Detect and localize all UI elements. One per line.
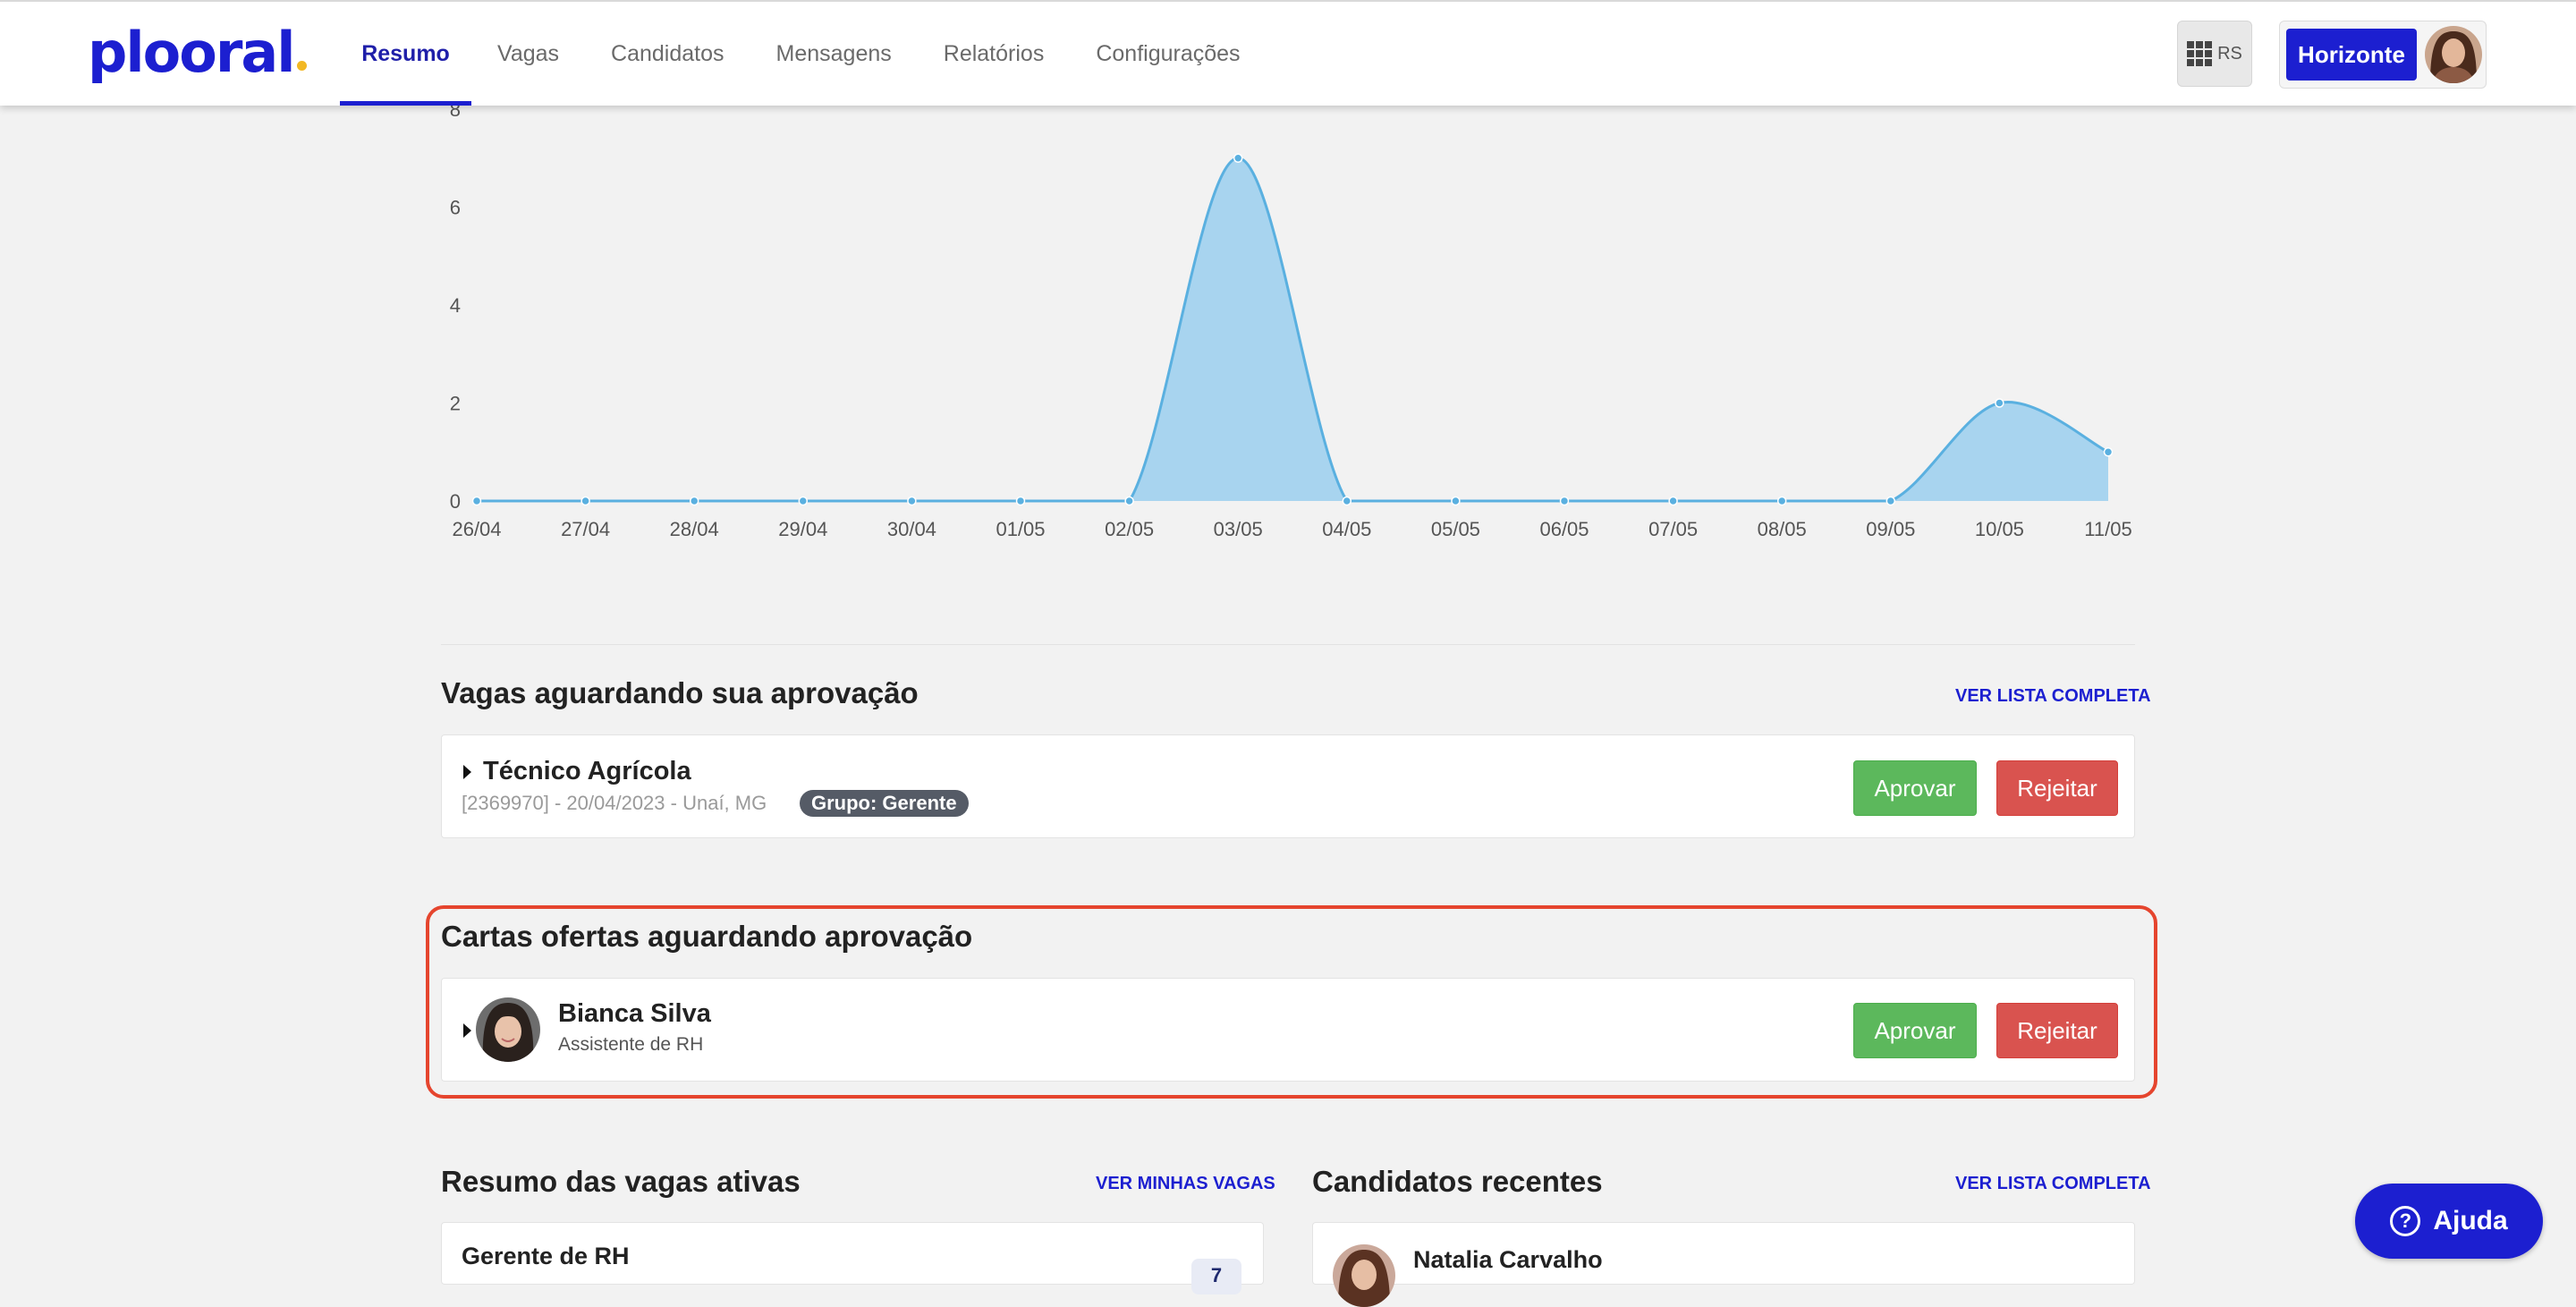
- help-button[interactable]: ? Ajuda: [2355, 1184, 2543, 1259]
- x-tick-label: 08/05: [1758, 518, 1807, 540]
- candidate-role: Assistente de RH: [558, 1034, 704, 1055]
- x-tick-label: 02/05: [1105, 518, 1154, 540]
- nav-item-resumo[interactable]: Resumo: [340, 2, 471, 106]
- section-divider: [441, 644, 2135, 645]
- approve-offer-button[interactable]: Aprovar: [1853, 1003, 1977, 1058]
- chart-data-point[interactable]: [471, 496, 482, 506]
- y-tick-label: 6: [450, 197, 461, 219]
- pending-job-title[interactable]: Técnico Agrícola: [483, 757, 691, 786]
- chart-data-point[interactable]: [1015, 496, 1026, 506]
- nav-item-vagas[interactable]: Vagas: [471, 2, 585, 106]
- main-nav: Resumo Vagas Candidatos Mensagens Relató…: [340, 2, 1267, 106]
- recent-candidate-name: Natalia Carvalho: [1413, 1246, 1603, 1273]
- x-tick-label: 30/04: [887, 518, 936, 540]
- chart-data-point[interactable]: [1995, 398, 2004, 408]
- chart-data-point[interactable]: [1233, 153, 1243, 163]
- chart-data-point[interactable]: [798, 496, 809, 506]
- x-tick-label: 05/05: [1431, 518, 1480, 540]
- help-label: Ajuda: [2433, 1206, 2508, 1235]
- pending-job-card: Técnico Agrícola [2369970] - 20/04/2023 …: [441, 734, 2135, 838]
- active-job-card[interactable]: Gerente de RH 7: [441, 1222, 1264, 1294]
- x-tick-label: 01/05: [996, 518, 1045, 540]
- recent-candidate-card[interactable]: Natalia Carvalho: [1312, 1222, 2135, 1307]
- x-tick-label: 27/04: [561, 518, 610, 540]
- logo-text: plooral: [88, 19, 295, 85]
- user-avatar: [2425, 26, 2482, 83]
- apps-switcher-button[interactable]: RS: [2177, 21, 2252, 87]
- active-job-count: 7: [1191, 1259, 1241, 1294]
- pending-jobs-title: Vagas aguardando sua aprovação: [441, 676, 919, 709]
- chart-data-point[interactable]: [1559, 496, 1570, 506]
- expand-caret-icon[interactable]: [463, 1023, 471, 1038]
- expand-caret-icon[interactable]: [463, 765, 471, 779]
- reject-offer-button[interactable]: Rejeitar: [1996, 1003, 2118, 1058]
- nav-item-candidatos[interactable]: Candidatos: [585, 2, 750, 106]
- chart-data-point[interactable]: [1342, 496, 1352, 506]
- pending-job-meta: [2369970] - 20/04/2023 - Unaí, MG: [462, 792, 767, 814]
- x-tick-label: 10/05: [1975, 518, 2024, 540]
- recent-candidate-avatar: [1333, 1244, 1395, 1307]
- x-tick-label: 28/04: [670, 518, 719, 540]
- recent-candidates-title: Candidatos recentes: [1312, 1165, 1603, 1198]
- help-question-icon: ?: [2390, 1206, 2421, 1236]
- active-job-title: Gerente de RH: [462, 1243, 630, 1269]
- x-tick-label: 07/05: [1648, 518, 1698, 540]
- x-tick-label: 26/04: [452, 518, 501, 540]
- plooral-logo[interactable]: plooral: [88, 19, 307, 85]
- chart-data-point[interactable]: [1885, 496, 1896, 506]
- reject-job-button[interactable]: Rejeitar: [1996, 760, 2118, 816]
- recent-candidates-see-all-link[interactable]: VER LISTA COMPLETA: [1955, 1174, 2151, 1194]
- chart-data-point[interactable]: [1668, 496, 1678, 506]
- account-menu-button[interactable]: Horizonte: [2279, 21, 2487, 89]
- nav-item-configuracoes[interactable]: Configurações: [1070, 2, 1266, 106]
- pending-offer-card: Bianca Silva Assistente de RH Aprovar Re…: [441, 978, 2135, 1082]
- group-badge: Grupo: Gerente: [800, 790, 969, 817]
- x-tick-label: 11/05: [2084, 518, 2131, 540]
- chart-data-point[interactable]: [2103, 447, 2114, 457]
- logo-dot: [296, 60, 307, 71]
- candidate-avatar: [476, 997, 540, 1062]
- apps-switcher-label: RS: [2217, 43, 2242, 64]
- chart-data-point[interactable]: [1451, 496, 1461, 506]
- account-name: Horizonte: [2286, 29, 2417, 81]
- chart-data-point[interactable]: [689, 496, 699, 506]
- candidate-name[interactable]: Bianca Silva: [558, 999, 711, 1029]
- active-jobs-see-all-link[interactable]: VER MINHAS VAGAS: [1096, 1174, 1275, 1194]
- chart-data-point[interactable]: [1776, 496, 1787, 506]
- applications-area-chart: 02468 26/04 27/04 28/04 29/04 30/04 01/05 02/0…: [450, 98, 2132, 540]
- pending-jobs-see-all-link[interactable]: VER LISTA COMPLETA: [1955, 686, 2151, 707]
- y-tick-label: 2: [450, 393, 461, 415]
- approve-job-button[interactable]: Aprovar: [1853, 760, 1977, 816]
- chart-data-point[interactable]: [1124, 496, 1134, 506]
- y-tick-label: 4: [450, 294, 461, 317]
- x-tick-label: 09/05: [1866, 518, 1915, 540]
- pending-offers-title: Cartas ofertas aguardando aprovação: [441, 920, 973, 953]
- x-tick-label: 03/05: [1214, 518, 1263, 540]
- x-tick-label: 29/04: [778, 518, 827, 540]
- x-tick-label: 06/05: [1539, 518, 1589, 540]
- grid-icon: [2187, 41, 2213, 66]
- chart-data-point[interactable]: [907, 496, 917, 506]
- x-tick-label: 04/05: [1322, 518, 1371, 540]
- active-jobs-title: Resumo das vagas ativas: [441, 1165, 801, 1198]
- top-navigation-bar: plooral Resumo Vagas Candidatos Mensagen…: [0, 0, 2576, 106]
- chart-data-point[interactable]: [580, 496, 590, 506]
- nav-item-mensagens[interactable]: Mensagens: [750, 2, 918, 106]
- nav-item-relatorios[interactable]: Relatórios: [918, 2, 1071, 106]
- y-tick-label: 0: [450, 490, 461, 513]
- chart-area-fill: [477, 157, 2108, 501]
